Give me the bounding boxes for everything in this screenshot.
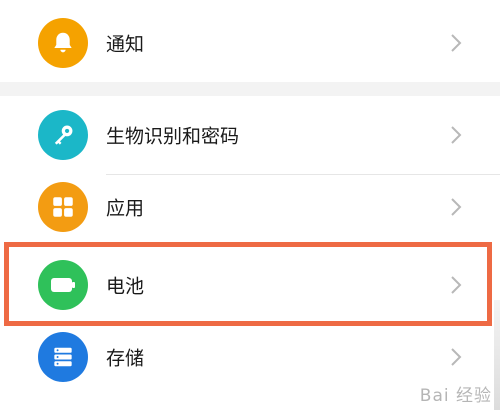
battery-icon: [38, 260, 88, 310]
settings-group-notifications: 通知: [0, 0, 500, 82]
chevron-right-icon: [451, 198, 462, 216]
settings-item-label: 生物识别和密码: [106, 125, 240, 148]
chevron-right-icon: [451, 276, 462, 294]
settings-item-battery[interactable]: 电池: [0, 246, 500, 324]
settings-item-biometrics[interactable]: 生物识别和密码: [0, 96, 500, 174]
scroll-edge: [494, 300, 500, 410]
key-icon: [38, 110, 88, 160]
settings-item-label: 电池: [106, 275, 145, 298]
chevron-right-icon: [451, 348, 462, 366]
settings-group-device: 生物识别和密码 应用 电池 存储: [0, 96, 500, 410]
watermark: Bai 经验: [420, 381, 492, 406]
settings-item-label: 应用: [106, 197, 145, 220]
apps-grid-icon: [38, 182, 88, 232]
chevron-right-icon: [451, 126, 462, 144]
settings-item-label: 存储: [106, 347, 145, 370]
settings-item-apps[interactable]: 应用: [0, 168, 500, 246]
storage-icon: [38, 332, 88, 382]
settings-item-notifications[interactable]: 通知: [0, 4, 500, 82]
bell-icon: [38, 18, 88, 68]
watermark-text: Bai 经验: [419, 386, 492, 406]
chevron-right-icon: [451, 34, 462, 52]
settings-item-label: 通知: [106, 33, 145, 56]
settings-screen: 通知 生物识别和密码 应用 电池 存储 Bai 经验: [0, 0, 500, 410]
